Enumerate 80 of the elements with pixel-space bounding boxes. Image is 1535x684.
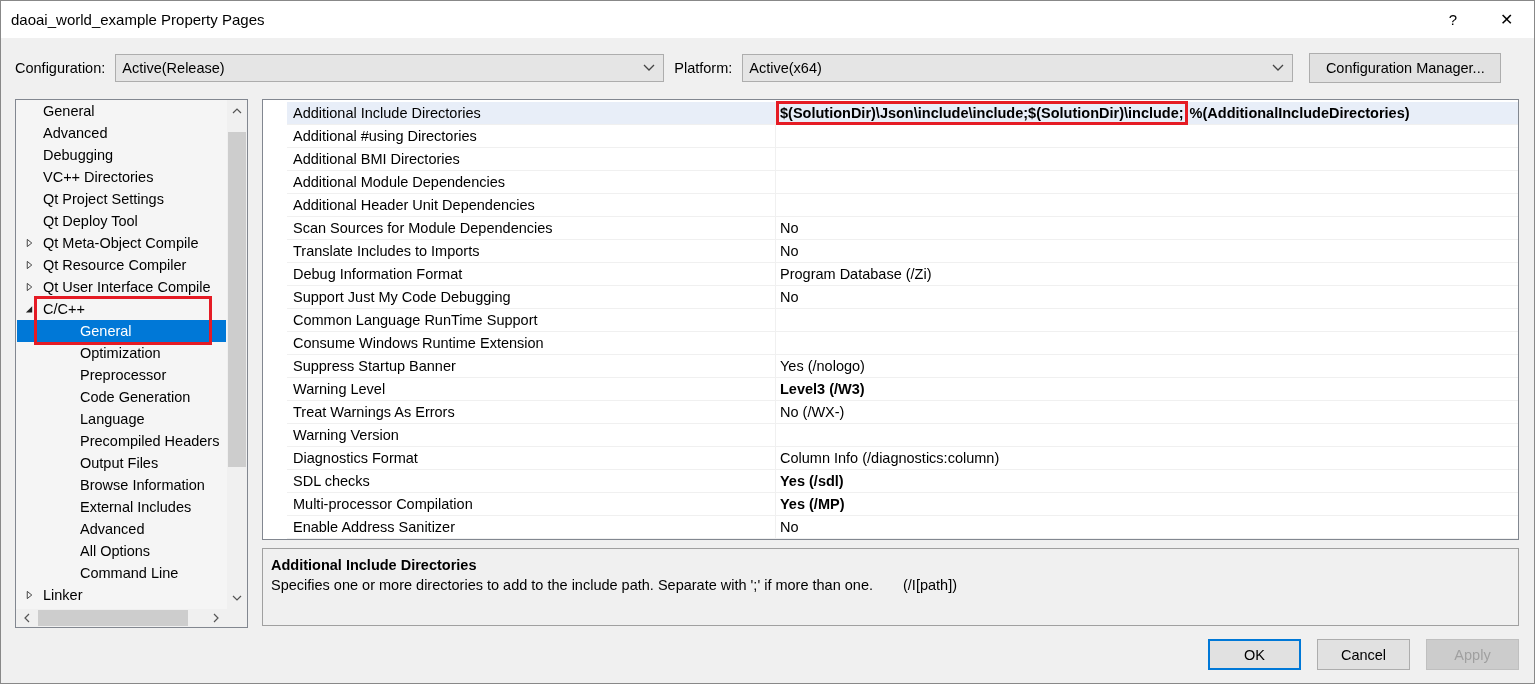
property-name[interactable]: Translate Includes to Imports [287, 240, 776, 262]
description-title: Additional Include Directories [271, 557, 478, 573]
property-name[interactable]: Additional Include Directories [287, 102, 776, 124]
property-name[interactable]: Debug Information Format [287, 263, 776, 285]
property-value[interactable]: $(SolutionDir)\Json\include\include;$(SolutionDir)\include; %(AdditionalIncludeDirectories) [776, 102, 1410, 124]
dialog-button[interactable]: Cancel [1317, 639, 1410, 670]
property-name[interactable]: Scan Sources for Module Dependencies [287, 217, 776, 239]
property-name[interactable]: Common Language RunTime Support [287, 309, 776, 331]
tree-item[interactable]: Optimization [17, 342, 226, 364]
scroll-down-icon[interactable] [232, 595, 242, 601]
tree-item[interactable]: Qt User Interface Compile [17, 276, 226, 298]
tree-item[interactable]: Browse Information [17, 474, 226, 496]
tree-item[interactable]: External Includes [17, 496, 226, 518]
collapsed-arrow-icon[interactable] [25, 590, 34, 600]
tree-item[interactable]: Linker [17, 584, 226, 600]
property-name[interactable]: Suppress Startup Banner [287, 355, 776, 377]
tree-item[interactable]: All Options [17, 540, 226, 562]
tree-item[interactable]: Advanced [17, 518, 226, 540]
collapsed-arrow-icon[interactable] [25, 260, 34, 270]
property-value[interactable]: No [776, 516, 799, 538]
tree-item[interactable]: VC++ Directories [17, 166, 226, 188]
configuration-dropdown[interactable]: Active(Release) [115, 54, 665, 82]
window-title: daoai_world_example Property Pages [11, 11, 266, 28]
description-text: Specifies one or more directories to add to the include path. Separate with ';' if more than one. [271, 577, 873, 593]
property-name[interactable]: Treat Warnings As Errors [287, 401, 776, 423]
tree-item[interactable]: Qt Resource Compiler [17, 254, 226, 276]
property-name[interactable]: Multi-processor Compilation [287, 493, 776, 515]
configuration-manager-button[interactable]: Configuration Manager... [1309, 53, 1502, 83]
expanded-arrow-icon[interactable] [25, 304, 34, 314]
property-name[interactable]: Additional BMI Directories [287, 148, 776, 170]
property-value[interactable]: Yes (/MP) [776, 493, 845, 515]
dialog-button[interactable]: OK [1208, 639, 1301, 670]
property-name[interactable]: Additional Module Dependencies [287, 171, 776, 193]
help-button[interactable]: ? [1428, 1, 1478, 38]
property-value[interactable]: No [776, 286, 799, 308]
collapsed-arrow-icon[interactable] [25, 282, 34, 292]
property-name[interactable]: Additional Header Unit Dependencies [287, 194, 776, 216]
tree-item[interactable]: Precompiled Headers [17, 430, 226, 452]
tree-item[interactable]: Preprocessor [17, 364, 226, 386]
collapsed-arrow-icon[interactable] [25, 238, 34, 248]
property-name[interactable]: Warning Level [287, 378, 776, 400]
property-name[interactable]: Support Just My Code Debugging [287, 286, 776, 308]
property-value[interactable]: Program Database (/Zi) [776, 263, 932, 285]
property-value[interactable]: Yes (/nologo) [776, 355, 865, 377]
horizontal-scrollbar[interactable] [16, 609, 247, 627]
tree-item[interactable]: General [17, 320, 226, 342]
property-value[interactable]: Yes (/sdl) [776, 470, 844, 492]
tree-item[interactable]: C/C++ [17, 298, 226, 320]
property-value[interactable]: Level3 (/W3) [776, 378, 865, 400]
scroll-up-icon[interactable] [232, 108, 242, 114]
tree-item[interactable]: Advanced [17, 122, 226, 144]
platform-label: Platform: [674, 60, 733, 76]
tree-item[interactable]: Output Files [17, 452, 226, 474]
tree-item[interactable]: Code Generation [17, 386, 226, 408]
vertical-scrollbar[interactable] [227, 100, 247, 609]
tree-item[interactable]: Qt Project Settings [17, 188, 226, 210]
tree-item[interactable]: Command Line [17, 562, 226, 584]
chevron-down-icon [1272, 64, 1285, 72]
scroll-left-icon[interactable] [24, 613, 30, 623]
close-button[interactable]: ✕ [1478, 1, 1534, 38]
property-value[interactable]: No (/WX-) [776, 401, 845, 423]
property-value[interactable]: Column Info (/diagnostics:column) [776, 447, 1000, 469]
property-name[interactable]: Warning Version [287, 424, 776, 446]
property-name[interactable]: Enable Address Sanitizer [287, 516, 776, 538]
property-name[interactable]: Consume Windows Runtime Extension [287, 332, 776, 354]
tree-item[interactable]: Debugging [17, 144, 226, 166]
chevron-down-icon [643, 64, 656, 72]
tree-item[interactable]: Qt Deploy Tool [17, 210, 226, 232]
configuration-label: Configuration: [15, 60, 106, 76]
property-value[interactable]: No [776, 217, 799, 239]
property-value[interactable]: No [776, 240, 799, 262]
property-name[interactable]: Diagnostics Format [287, 447, 776, 469]
property-name[interactable]: Additional #using Directories [287, 125, 776, 147]
tree-item[interactable]: Language [17, 408, 226, 430]
switch-text: (/I[path]) [903, 577, 957, 593]
property-name[interactable]: SDL checks [287, 470, 776, 492]
platform-dropdown[interactable]: Active(x64) [742, 54, 1294, 82]
scroll-right-icon[interactable] [213, 613, 219, 623]
tree-item[interactable]: General [17, 100, 226, 122]
tree-item[interactable]: Qt Meta-Object Compile [17, 232, 226, 254]
